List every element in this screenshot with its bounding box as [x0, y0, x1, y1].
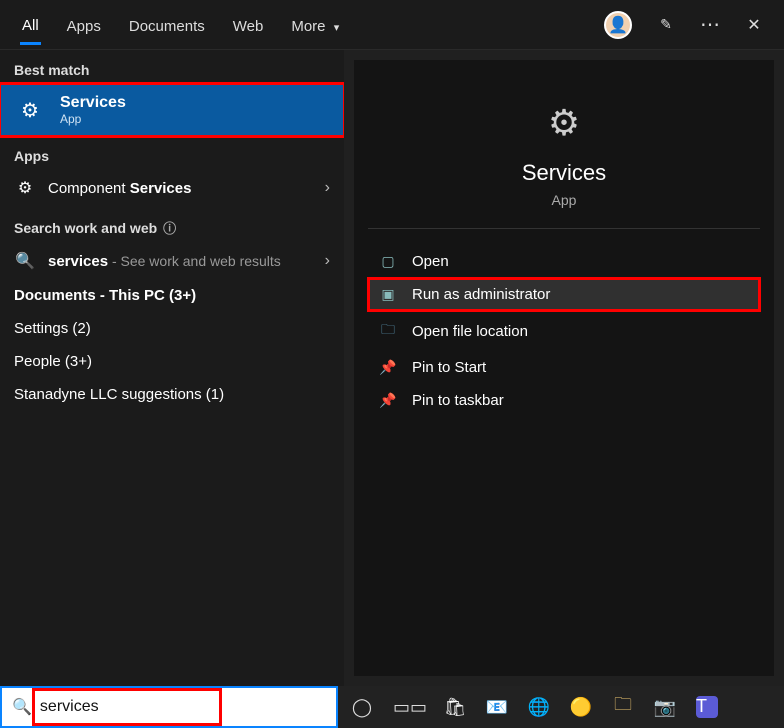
best-match-label: Best match	[0, 50, 344, 84]
best-match-services[interactable]: ⚙ Services App	[0, 84, 344, 136]
search-input[interactable]	[38, 694, 332, 720]
edge-icon[interactable]: 🌐	[518, 686, 560, 728]
teams-icon[interactable]: T	[686, 686, 728, 728]
preview-subtitle: App	[552, 192, 577, 208]
feedback-icon[interactable]	[656, 16, 676, 34]
chevron-right-icon: ›	[325, 252, 330, 270]
best-match-title: Services	[60, 94, 126, 112]
chrome-icon[interactable]: 🟡	[560, 686, 602, 728]
top-right-controls: 👤	[604, 11, 764, 39]
tab-documents[interactable]: Documents	[127, 6, 207, 43]
pin-icon: 📌	[378, 392, 398, 409]
search-web-label: Search work and web	[0, 206, 344, 243]
component-services-icon: ⚙	[14, 178, 36, 198]
chevron-down-icon	[330, 18, 340, 35]
action-run-as-administrator[interactable]: ▣ Run as administrator	[368, 278, 760, 311]
folder-icon: 🗀	[378, 319, 398, 343]
search-filter-tabs: All Apps Documents Web More 👤	[0, 0, 784, 50]
preview-title: Services	[522, 160, 606, 186]
pin-icon: 📌	[378, 359, 398, 376]
file-explorer-icon[interactable]: 🗀	[602, 686, 644, 728]
action-pin-to-start[interactable]: 📌 Pin to Start	[368, 351, 760, 384]
preview-header: ⚙ Services App	[368, 60, 760, 229]
services-large-icon: ⚙	[541, 100, 587, 146]
result-people[interactable]: People (3+)	[0, 345, 344, 378]
open-icon: ▢	[378, 253, 398, 270]
store-icon[interactable]: 🛍	[434, 686, 476, 728]
action-open[interactable]: ▢ Open	[368, 245, 760, 278]
result-stanadyne[interactable]: Stanadyne LLC suggestions (1)	[0, 378, 344, 411]
result-services-web[interactable]: 🔍 services - See work and web results ›	[0, 243, 344, 279]
apps-section-label: Apps	[0, 136, 344, 170]
searchbox-container[interactable]: 🔍	[0, 686, 338, 728]
camera-icon[interactable]: 📷	[644, 686, 686, 728]
gear-icon: ⚙	[14, 94, 46, 126]
close-icon[interactable]	[744, 15, 764, 35]
action-open-file-location[interactable]: 🗀 Open file location	[368, 311, 760, 351]
user-avatar[interactable]: 👤	[604, 11, 632, 39]
result-documents[interactable]: Documents - This PC (3+)	[0, 279, 344, 312]
tab-more[interactable]: More	[289, 6, 341, 43]
tab-all[interactable]: All	[20, 5, 41, 45]
taskbar: 🔍 ◯ ▭▭ 🛍 📧 🌐 🟡 🗀 📷 T	[0, 686, 784, 728]
tab-web[interactable]: Web	[231, 6, 266, 43]
more-options-icon[interactable]	[700, 12, 720, 37]
cortana-icon[interactable]: ◯	[338, 686, 386, 728]
action-pin-to-taskbar[interactable]: 📌 Pin to taskbar	[368, 384, 760, 417]
result-component-services[interactable]: ⚙ Component Services ›	[0, 170, 344, 206]
chevron-right-icon: ›	[325, 179, 330, 197]
outlook-icon[interactable]: 📧	[476, 686, 518, 728]
preview-panel: ⚙ Services App ▢ Open ▣ Run as administr…	[344, 50, 784, 686]
search-icon: 🔍	[14, 251, 36, 271]
best-match-subtitle: App	[60, 112, 126, 126]
admin-icon: ▣	[378, 286, 398, 303]
result-settings[interactable]: Settings (2)	[0, 312, 344, 345]
tab-apps[interactable]: Apps	[65, 6, 103, 43]
search-icon: 🔍	[12, 697, 32, 717]
task-view-icon[interactable]: ▭▭	[386, 686, 434, 728]
search-results-panel: Best match ⚙ Services App Apps ⚙ Compone…	[0, 50, 344, 686]
context-actions: ▢ Open ▣ Run as administrator 🗀 Open fil…	[354, 229, 774, 433]
